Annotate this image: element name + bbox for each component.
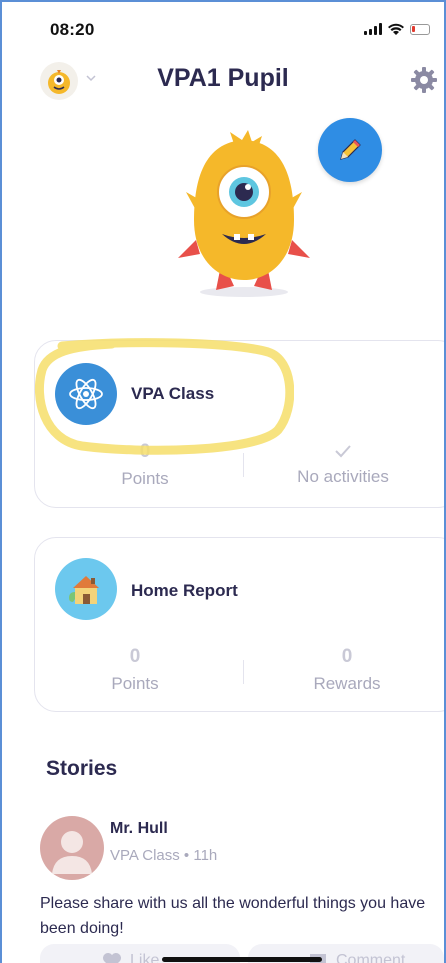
- home-points-label: Points: [111, 674, 159, 693]
- status-bar: 08:20: [50, 20, 430, 42]
- story-meta: VPA Class • 11h: [110, 847, 218, 864]
- gear-icon[interactable]: [410, 66, 438, 94]
- house-icon: [69, 576, 99, 604]
- edit-avatar-button[interactable]: [318, 118, 382, 182]
- like-label: Like: [130, 952, 160, 963]
- story-text: Please share with us all the wonderful t…: [40, 895, 426, 937]
- page-title: VPA1 Pupil: [157, 64, 289, 92]
- monster-avatar[interactable]: [164, 130, 324, 300]
- heart-icon: [103, 953, 121, 963]
- app-header: VPA1 Pupil: [2, 58, 444, 108]
- stat-divider: [243, 660, 244, 684]
- battery-icon: [410, 23, 430, 35]
- comment-label: Comment: [336, 952, 406, 963]
- highlight-annotation: [34, 338, 294, 455]
- class-points-label: Points: [121, 469, 169, 488]
- home-rewards-value: 0: [341, 646, 353, 667]
- phone-screen: 08:20 VPA1 Pupil VPA Class 0 Points No a…: [0, 0, 446, 963]
- home-report-title: Home Report: [131, 581, 238, 600]
- home-rewards-label: Rewards: [313, 674, 381, 693]
- home-indicator[interactable]: [162, 957, 322, 962]
- checkmark-icon: [335, 445, 351, 458]
- status-time: 08:20: [50, 20, 95, 39]
- class-activities-label: No activities: [297, 467, 389, 486]
- stories-heading: Stories: [46, 757, 118, 780]
- home-points-value: 0: [129, 646, 141, 667]
- story-author[interactable]: Mr. Hull: [110, 820, 168, 838]
- pencil-icon: [340, 139, 361, 160]
- wifi-icon: [388, 23, 404, 35]
- home-report-card[interactable]: Home Report 0 Points 0 Rewards: [34, 537, 444, 712]
- person-silhouette-icon: [52, 831, 92, 874]
- status-icons: [364, 22, 430, 36]
- home-icon-badge: [55, 558, 117, 620]
- home-points-stat: 0 Points: [35, 646, 235, 694]
- cellular-signal-icon: [364, 23, 382, 35]
- teacher-avatar[interactable]: [40, 816, 104, 880]
- home-rewards-stat: 0 Rewards: [247, 646, 444, 694]
